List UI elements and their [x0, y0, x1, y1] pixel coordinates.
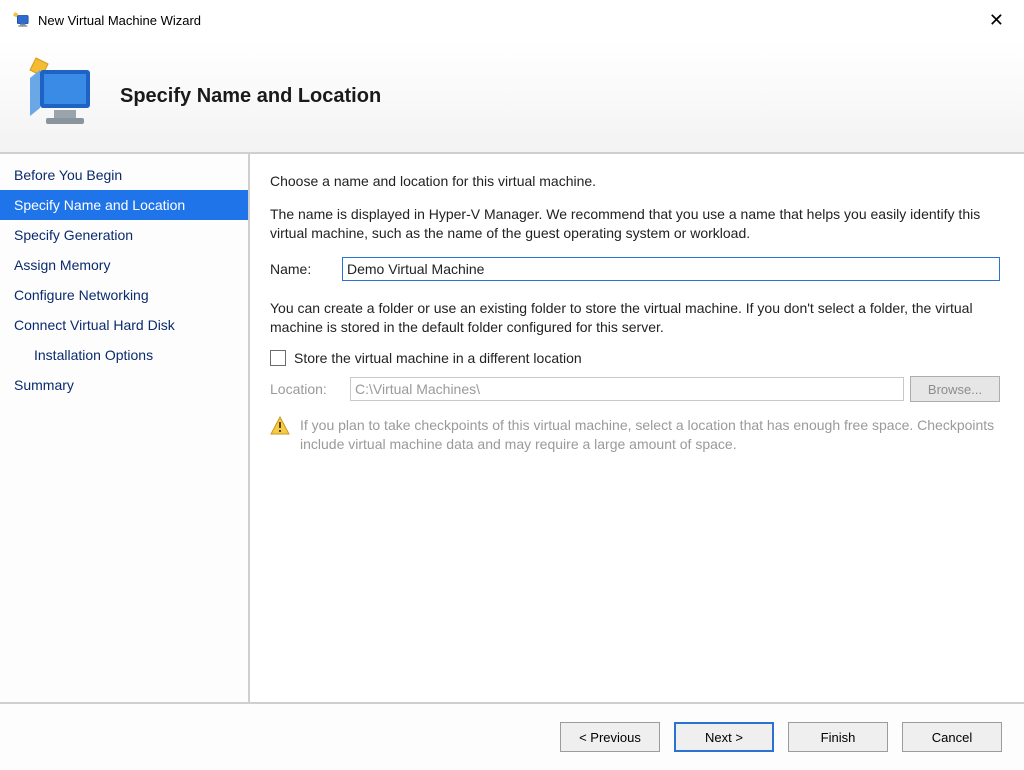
store-checkbox-label: Store the virtual machine in a different… — [294, 350, 582, 366]
content-pane: Choose a name and location for this virt… — [250, 154, 1024, 702]
wizard-footer: < Previous Next > Finish Cancel — [0, 702, 1024, 770]
browse-button: Browse... — [910, 376, 1000, 402]
name-help-text: The name is displayed in Hyper-V Manager… — [270, 205, 1000, 243]
titlebar: New Virtual Machine Wizard ✕ — [0, 0, 1024, 40]
close-icon[interactable]: ✕ — [981, 7, 1012, 33]
wizard-step-item[interactable]: Connect Virtual Hard Disk — [0, 310, 248, 340]
location-row: Location: Browse... — [270, 376, 1000, 402]
name-label: Name: — [270, 260, 342, 277]
wizard-step-item[interactable]: Specify Generation — [0, 220, 248, 250]
finish-button[interactable]: Finish — [788, 722, 888, 752]
location-label: Location: — [270, 381, 350, 397]
previous-button[interactable]: < Previous — [560, 722, 660, 752]
wizard-window: New Virtual Machine Wizard ✕ Specify Nam… — [0, 0, 1024, 770]
wizard-step-item[interactable]: Assign Memory — [0, 250, 248, 280]
warning-icon — [270, 416, 290, 436]
store-different-location-checkbox[interactable]: Store the virtual machine in a different… — [270, 350, 1000, 366]
app-icon — [12, 12, 30, 28]
location-help-text: You can create a folder or use an existi… — [270, 299, 1000, 337]
vm-icon — [18, 56, 98, 136]
intro-text: Choose a name and location for this virt… — [270, 172, 1000, 191]
wizard-step-item[interactable]: Summary — [0, 370, 248, 400]
wizard-step-item[interactable]: Specify Name and Location — [0, 190, 248, 220]
page-heading: Specify Name and Location — [120, 85, 381, 108]
wizard-body: Before You BeginSpecify Name and Locatio… — [0, 154, 1024, 702]
wizard-steps-sidebar: Before You BeginSpecify Name and Locatio… — [0, 154, 250, 702]
window-title: New Virtual Machine Wizard — [38, 13, 201, 28]
warning-row: If you plan to take checkpoints of this … — [270, 416, 1000, 454]
wizard-step-item[interactable]: Installation Options — [0, 340, 248, 370]
location-input — [350, 377, 904, 401]
cancel-button[interactable]: Cancel — [902, 722, 1002, 752]
next-button[interactable]: Next > — [674, 722, 774, 752]
wizard-step-item[interactable]: Configure Networking — [0, 280, 248, 310]
vm-name-input[interactable] — [342, 257, 1000, 281]
checkbox-icon — [270, 350, 286, 366]
wizard-header: Specify Name and Location — [0, 40, 1024, 154]
warning-text: If you plan to take checkpoints of this … — [300, 416, 1000, 454]
wizard-step-item[interactable]: Before You Begin — [0, 160, 248, 190]
name-field-row: Name: — [270, 257, 1000, 281]
